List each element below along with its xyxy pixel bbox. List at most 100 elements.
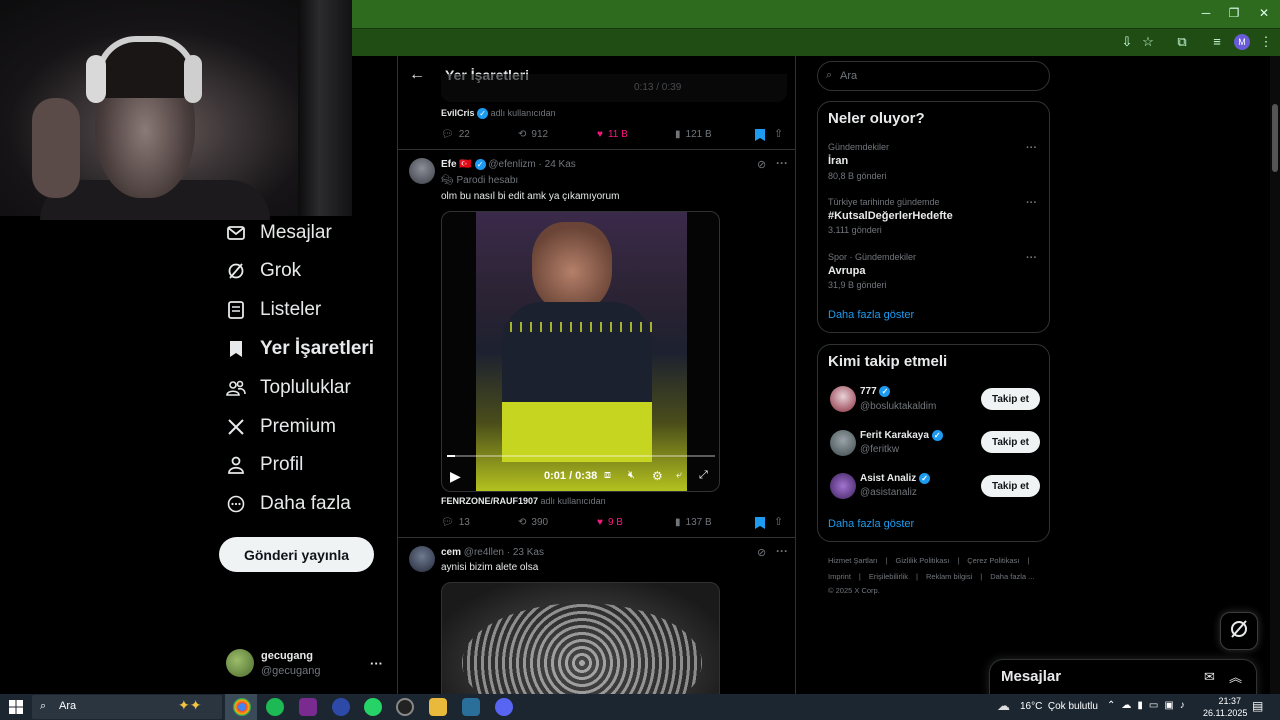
- show-more-link[interactable]: Daha fazla göster: [828, 518, 914, 530]
- credit-name[interactable]: FENRZONE/RAUF1907: [441, 496, 538, 506]
- minimize-icon[interactable]: ─: [1196, 6, 1216, 20]
- close-icon[interactable]: ✕: [1254, 6, 1274, 20]
- more-icon[interactable]: ···: [1026, 142, 1037, 154]
- trend-name[interactable]: #KutsalDeğerlerHedefte: [828, 210, 953, 222]
- restore-icon[interactable]: ❐: [1224, 6, 1244, 20]
- windows-start-icon[interactable]: [9, 700, 23, 714]
- suggest-name[interactable]: Ferit Karakaya: [860, 430, 929, 441]
- bookmark-icon[interactable]: [755, 516, 765, 529]
- nav-communities[interactable]: Topluluklar: [226, 372, 351, 404]
- grok-fab[interactable]: [1220, 612, 1258, 650]
- more-icon[interactable]: ···: [1026, 197, 1037, 209]
- fullscreen-icon[interactable]: ⤢: [699, 469, 708, 482]
- author-handle[interactable]: @efenlizm: [488, 159, 535, 170]
- discord-icon[interactable]: [495, 698, 513, 716]
- video-player[interactable]: ▶ 0:01 / 0:38 ⧈ 🔇︎ ⚙ ⤶ ⤢: [441, 211, 720, 492]
- install-app-icon[interactable]: ⇩: [1119, 34, 1135, 50]
- more-icon[interactable]: ···: [1026, 252, 1037, 264]
- footer-link[interactable]: Gizlilik Politikası: [896, 556, 950, 565]
- app-icon[interactable]: [396, 698, 414, 716]
- app-icon[interactable]: [332, 698, 350, 716]
- back-arrow-icon[interactable]: ←: [409, 66, 425, 84]
- reply-button[interactable]: 💬︎ 22: [441, 129, 470, 140]
- video-progress-track[interactable]: [447, 455, 715, 457]
- like-button[interactable]: ♥ 9 B: [597, 517, 623, 528]
- avatar[interactable]: [409, 546, 435, 572]
- nav-more[interactable]: Daha fazla: [226, 488, 351, 520]
- nav-lists[interactable]: Listeler: [226, 294, 321, 326]
- suggest-name[interactable]: 777: [860, 386, 877, 397]
- new-message-icon[interactable]: ✉: [1204, 669, 1215, 685]
- trend-name[interactable]: Avrupa: [828, 265, 866, 277]
- reply-button[interactable]: 💬︎ 13: [441, 517, 470, 528]
- footer-link[interactable]: Hizmet Şartları: [828, 556, 878, 565]
- views-button[interactable]: ▮ 137 B: [675, 517, 712, 528]
- retweet-button[interactable]: ⟲ 390: [518, 517, 548, 528]
- follow-button[interactable]: Takip et: [981, 388, 1040, 410]
- share-icon[interactable]: ⇧: [774, 127, 783, 140]
- avatar[interactable]: [830, 386, 856, 412]
- more-icon[interactable]: ···: [776, 156, 788, 170]
- footer-link[interactable]: Çerez Politikası: [967, 556, 1019, 565]
- avatar[interactable]: [830, 430, 856, 456]
- follow-button[interactable]: Takip et: [981, 475, 1040, 497]
- author-name[interactable]: Efe: [441, 159, 457, 170]
- avatar[interactable]: [830, 473, 856, 499]
- footer-link[interactable]: Daha fazla ...: [990, 572, 1034, 581]
- media-control-icon[interactable]: ≡: [1209, 34, 1225, 50]
- follow-button[interactable]: Takip et: [981, 431, 1040, 453]
- account-more-icon[interactable]: ···: [370, 656, 383, 671]
- star-icon[interactable]: ☆: [1140, 34, 1156, 50]
- credit-name[interactable]: EvilCris: [441, 108, 475, 118]
- app-icon[interactable]: [462, 698, 480, 716]
- app-icon[interactable]: [299, 698, 317, 716]
- nav-premium[interactable]: Premium: [226, 411, 336, 443]
- play-icon[interactable]: ▶: [450, 468, 461, 485]
- footer-link[interactable]: Imprint: [828, 572, 851, 581]
- avatar[interactable]: [226, 649, 254, 677]
- footer-link[interactable]: Erişilebilirlik: [869, 572, 908, 581]
- views-button[interactable]: ▮ 121 B: [675, 129, 712, 140]
- tweet-date[interactable]: · 23 Kas: [507, 547, 544, 558]
- bookmark-icon[interactable]: [755, 128, 765, 141]
- notification-icon[interactable]: ▤: [1252, 699, 1263, 713]
- more-icon[interactable]: ···: [776, 544, 788, 558]
- captions-icon[interactable]: ⧈: [604, 469, 611, 482]
- tweet-date[interactable]: · 24 Kas: [539, 159, 576, 170]
- tweet-media[interactable]: [441, 582, 720, 694]
- pip-icon[interactable]: ⤶: [676, 469, 682, 482]
- prev-video[interactable]: [441, 74, 787, 102]
- extensions-icon[interactable]: ⧉: [1174, 34, 1190, 50]
- author-name[interactable]: cem: [441, 547, 461, 558]
- profile-avatar-icon[interactable]: M: [1234, 34, 1250, 50]
- nav-profile[interactable]: Profil: [226, 449, 303, 481]
- footer-link[interactable]: Reklam bilgisi: [926, 572, 972, 581]
- mute-icon[interactable]: 🔇︎: [628, 469, 635, 482]
- search-input[interactable]: ⌕ Ara: [817, 61, 1050, 91]
- chevron-up-icon[interactable]: ︽: [1229, 667, 1242, 686]
- system-tray-icons[interactable]: ⌃☁▮▭▣♪: [1107, 700, 1191, 711]
- show-more-link[interactable]: Daha fazla göster: [828, 309, 914, 321]
- avatar[interactable]: [409, 158, 435, 184]
- author-handle[interactable]: @re4llen: [464, 547, 504, 558]
- whatsapp-icon[interactable]: [364, 698, 382, 716]
- suggest-name[interactable]: Asist Analiz: [860, 473, 916, 484]
- settings-icon[interactable]: ⚙: [652, 469, 663, 483]
- messages-dock[interactable]: Mesajlar ✉ ︽: [989, 659, 1257, 699]
- scrollbar-thumb[interactable]: [1272, 104, 1278, 172]
- retweet-button[interactable]: ⟲ 912: [518, 129, 548, 140]
- spotify-icon[interactable]: [266, 698, 284, 716]
- nav-bookmarks[interactable]: Yer İşaretleri: [226, 333, 374, 365]
- share-icon[interactable]: ⇧: [774, 515, 783, 528]
- chrome-icon[interactable]: [233, 698, 251, 716]
- folder-icon[interactable]: [429, 698, 447, 716]
- kebab-menu-icon[interactable]: ⋮: [1258, 34, 1274, 50]
- clock-date[interactable]: 26.11.2025: [1203, 708, 1247, 718]
- nav-grok[interactable]: Grok: [226, 255, 301, 287]
- trend-name[interactable]: İran: [828, 155, 848, 167]
- nav-messages[interactable]: Mesajlar: [226, 217, 332, 249]
- grok-icon[interactable]: ⊘: [757, 546, 766, 559]
- clock-time[interactable]: 21:37: [1207, 696, 1241, 706]
- weather-text[interactable]: 16°C Çok bulutlu: [1020, 701, 1098, 712]
- post-button[interactable]: Gönderi yayınla: [219, 537, 374, 572]
